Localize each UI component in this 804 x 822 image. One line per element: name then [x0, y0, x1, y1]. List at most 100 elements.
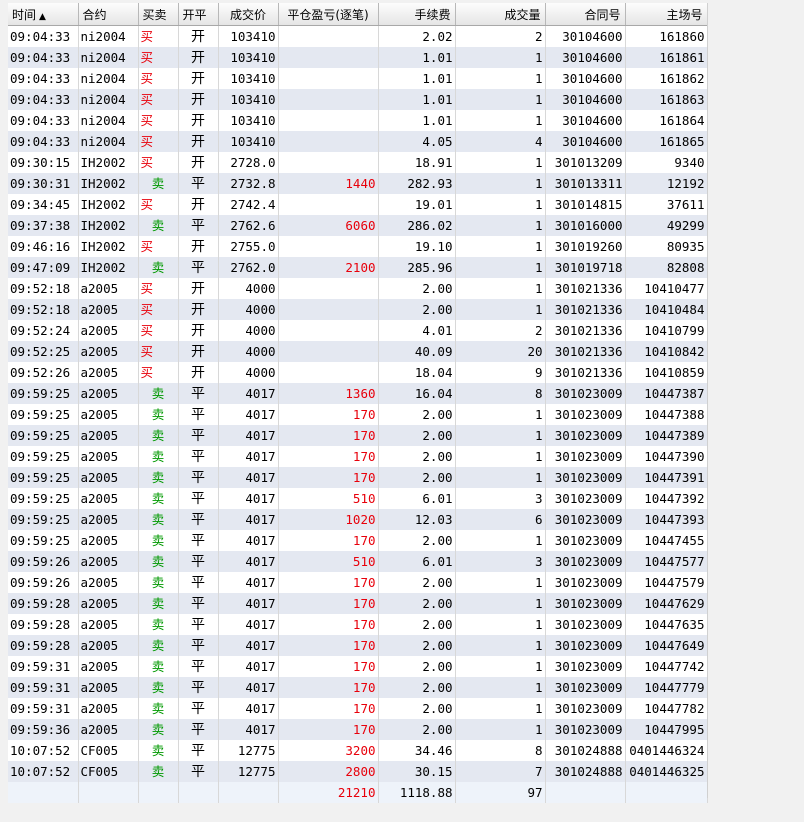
cell-fee: 30.15 — [378, 761, 456, 782]
cell-match-no: 10447387 — [625, 383, 708, 404]
cell-side: 买 — [138, 320, 179, 341]
cell-fee: 16.04 — [378, 383, 456, 404]
table-row[interactable]: 09:04:33 ni2004 买开 103410 2.02 2 30104600 16186… — [8, 25, 708, 47]
col-header-pnl[interactable]: 平仓盈亏(逐笔) — [278, 3, 379, 26]
table-row[interactable]: 09:04:33 ni2004 买开 103410 4.05 4 30104600 16186… — [8, 131, 708, 152]
cell-open-close: 平 — [178, 551, 219, 572]
cell-fee: 6.01 — [378, 551, 456, 572]
cell-contract-no: 30104600 — [545, 131, 626, 152]
table-row[interactable]: 09:59:25 a2005 卖平 4017 170 2.00 1 301023009 1044… — [8, 425, 708, 446]
total-fee: 1118.88 — [378, 782, 456, 803]
cell-price: 4017 — [218, 509, 279, 530]
cell-price: 2742.4 — [218, 194, 279, 215]
table-row[interactable]: 09:30:31 IH2002 卖平 2732.8 1440 282.93 1 3010133… — [8, 173, 708, 194]
cell-volume: 1 — [455, 677, 546, 698]
table-row[interactable]: 09:59:28 a2005 卖平 4017 170 2.00 1 301023009 1044… — [8, 614, 708, 635]
cell-contract-no: 301023009 — [545, 551, 626, 572]
table-row[interactable]: 09:59:26 a2005 卖平 4017 170 2.00 1 301023009 1044… — [8, 572, 708, 593]
cell-volume: 1 — [455, 404, 546, 425]
cell-match-no: 161862 — [625, 68, 708, 89]
table-row[interactable]: 09:59:31 a2005 卖平 4017 170 2.00 1 301023009 1044… — [8, 677, 708, 698]
col-header-match-no[interactable]: 主场号 — [625, 3, 708, 26]
cell-volume: 1 — [455, 530, 546, 551]
cell-price: 4000 — [218, 341, 279, 362]
table-row[interactable]: 09:04:33 ni2004 买开 103410 1.01 1 30104600 16186… — [8, 89, 708, 110]
cell-time: 09:52:25 — [8, 341, 79, 362]
cell-time: 09:04:33 — [8, 131, 79, 152]
cell-fee: 19.01 — [378, 194, 456, 215]
col-header-fee[interactable]: 手续费 — [378, 3, 456, 26]
cell-contract-no: 301013209 — [545, 152, 626, 173]
table-row[interactable]: 09:59:31 a2005 卖平 4017 170 2.00 1 301023009 1044… — [8, 698, 708, 719]
total-empty-cell — [78, 782, 139, 803]
cell-side: 卖 — [138, 635, 179, 656]
col-header-price[interactable]: 成交价 — [218, 3, 279, 26]
table-row[interactable]: 09:59:25 a2005 卖平 4017 170 2.00 1 301023009 1044… — [8, 404, 708, 425]
cell-contract: ni2004 — [78, 47, 139, 68]
cell-volume: 1 — [455, 299, 546, 320]
table-row[interactable]: 09:59:28 a2005 卖平 4017 170 2.00 1 301023009 1044… — [8, 593, 708, 614]
cell-volume: 20 — [455, 341, 546, 362]
cell-price: 2762.6 — [218, 215, 279, 236]
cell-price: 12775 — [218, 761, 279, 782]
table-row[interactable]: 09:34:45 IH2002 买开 2742.4 19.01 1 301014815 376… — [8, 194, 708, 215]
table-row[interactable]: 09:52:18 a2005 买开 4000 2.00 1 301021336 1041048… — [8, 299, 708, 320]
cell-volume: 2 — [455, 320, 546, 341]
table-row[interactable]: 09:47:09 IH2002 卖平 2762.0 2100 285.96 1 3010197… — [8, 257, 708, 278]
col-header-open-close[interactable]: 开平 — [178, 3, 219, 26]
col-header-time[interactable]: 时间 ▲ — [8, 3, 79, 26]
cell-volume: 8 — [455, 740, 546, 761]
table-row[interactable]: 09:59:36 a2005 卖平 4017 170 2.00 1 301023009 1044… — [8, 719, 708, 740]
cell-side: 卖 — [138, 677, 179, 698]
cell-pnl: 170 — [278, 614, 379, 635]
cell-side: 卖 — [138, 257, 179, 278]
table-row[interactable]: 09:52:18 a2005 买开 4000 2.00 1 301021336 1041047… — [8, 278, 708, 299]
cell-match-no: 10447742 — [625, 656, 708, 677]
cell-time: 09:04:33 — [8, 25, 79, 47]
table-row[interactable]: 09:37:38 IH2002 卖平 2762.6 6060 286.02 1 3010160… — [8, 215, 708, 236]
cell-side: 卖 — [138, 446, 179, 467]
cell-pnl — [278, 47, 379, 68]
table-row[interactable]: 09:04:33 ni2004 买开 103410 1.01 1 30104600 16186… — [8, 68, 708, 89]
cell-pnl — [278, 110, 379, 131]
cell-side: 卖 — [138, 404, 179, 425]
cell-contract: a2005 — [78, 467, 139, 488]
table-row[interactable]: 09:59:25 a2005 卖平 4017 1360 16.04 8 301023009 10… — [8, 383, 708, 404]
table-row[interactable]: 09:59:25 a2005 卖平 4017 510 6.01 3 301023009 1044… — [8, 488, 708, 509]
table-row[interactable]: 10:07:52 CF005 卖平 12775 3200 34.46 8 301024888 0… — [8, 740, 708, 761]
table-row[interactable]: 09:59:31 a2005 卖平 4017 170 2.00 1 301023009 1044… — [8, 656, 708, 677]
cell-side: 卖 — [138, 488, 179, 509]
cell-open-close: 开 — [178, 236, 219, 257]
cell-contract-no: 301023009 — [545, 404, 626, 425]
cell-volume: 1 — [455, 467, 546, 488]
cell-side: 卖 — [138, 530, 179, 551]
table-row[interactable]: 10:07:52 CF005 卖平 12775 2800 30.15 7 301024888 0… — [8, 761, 708, 782]
table-row[interactable]: 09:59:25 a2005 卖平 4017 170 2.00 1 301023009 1044… — [8, 467, 708, 488]
table-row[interactable]: 09:59:26 a2005 卖平 4017 510 6.01 3 301023009 1044… — [8, 551, 708, 572]
table-row[interactable]: 09:59:25 a2005 卖平 4017 170 2.00 1 301023009 1044… — [8, 530, 708, 551]
table-row[interactable]: 09:59:28 a2005 卖平 4017 170 2.00 1 301023009 1044… — [8, 635, 708, 656]
table-row[interactable]: 09:52:25 a2005 买开 4000 40.09 20 301021336 10410… — [8, 341, 708, 362]
col-header-contract-no[interactable]: 合同号 — [545, 3, 626, 26]
table-row[interactable]: 09:52:24 a2005 买开 4000 4.01 2 301021336 1041079… — [8, 320, 708, 341]
table-row[interactable]: 09:04:33 ni2004 买开 103410 1.01 1 30104600 16186… — [8, 110, 708, 131]
cell-fee: 2.00 — [378, 656, 456, 677]
table-row[interactable]: 09:59:25 a2005 卖平 4017 1020 12.03 6 301023009 10… — [8, 509, 708, 530]
col-header-side[interactable]: 买卖 — [138, 3, 179, 26]
cell-time: 09:52:26 — [8, 362, 79, 383]
cell-contract: IH2002 — [78, 215, 139, 236]
table-row[interactable]: 09:46:16 IH2002 买开 2755.0 19.10 1 301019260 809… — [8, 236, 708, 257]
cell-pnl — [278, 152, 379, 173]
table-row[interactable]: 09:04:33 ni2004 买开 103410 1.01 1 30104600 16186… — [8, 47, 708, 68]
table-row[interactable]: 09:52:26 a2005 买开 4000 18.04 9 301021336 104108… — [8, 362, 708, 383]
cell-time: 09:37:38 — [8, 215, 79, 236]
col-header-contract[interactable]: 合约 — [78, 3, 139, 26]
cell-contract: a2005 — [78, 551, 139, 572]
table-row[interactable]: 09:59:25 a2005 卖平 4017 170 2.00 1 301023009 1044… — [8, 446, 708, 467]
cell-price: 2728.0 — [218, 152, 279, 173]
cell-time: 09:59:26 — [8, 572, 79, 593]
cell-volume: 1 — [455, 194, 546, 215]
table-row[interactable]: 09:30:15 IH2002 买开 2728.0 18.91 1 301013209 934… — [8, 152, 708, 173]
col-header-volume[interactable]: 成交量 — [455, 3, 546, 26]
cell-contract-no: 301019260 — [545, 236, 626, 257]
